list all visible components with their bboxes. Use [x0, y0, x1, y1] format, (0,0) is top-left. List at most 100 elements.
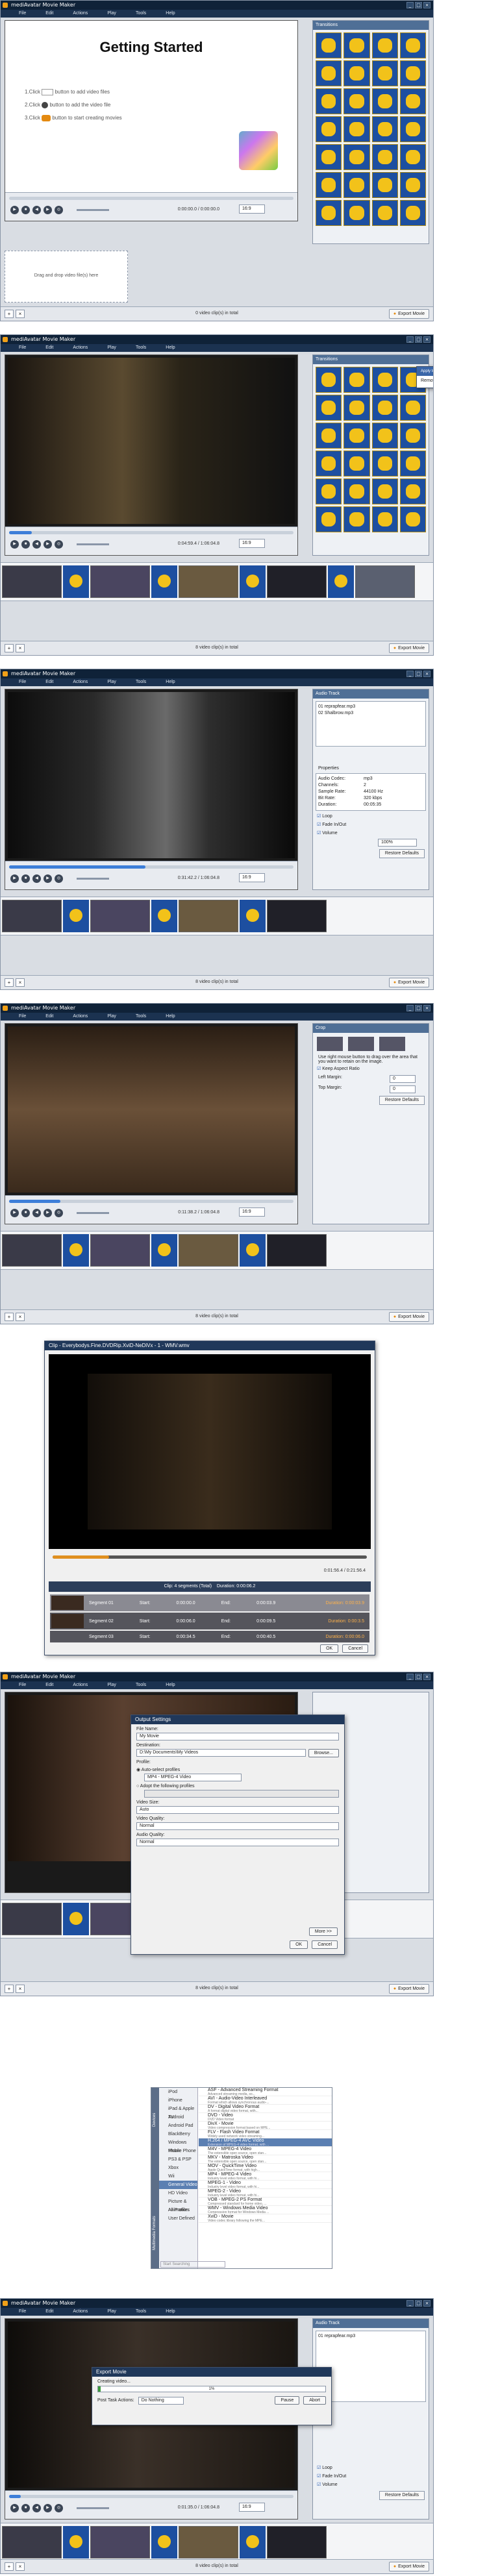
- stop-icon[interactable]: ■: [21, 1209, 30, 1217]
- transition-tile[interactable]: [343, 144, 370, 170]
- transition-tile[interactable]: [399, 60, 426, 86]
- menu-edit[interactable]: Edit: [45, 2308, 53, 2316]
- minimize-icon[interactable]: _: [406, 2300, 414, 2307]
- snapshot-icon[interactable]: ◎: [55, 2504, 63, 2512]
- format-item[interactable]: MOV - QuickTime Video Apple QuickTime for…: [199, 2164, 332, 2172]
- stop-icon[interactable]: ■: [21, 206, 30, 214]
- transition-slot[interactable]: [151, 565, 177, 598]
- play-icon[interactable]: ▶: [10, 2504, 19, 2512]
- transition-tile[interactable]: [399, 144, 426, 170]
- crop-preset-icon[interactable]: [348, 1037, 374, 1051]
- close-icon[interactable]: ×: [423, 1674, 431, 1680]
- audio-item[interactable]: 02 Shalbrow.mp3: [318, 710, 423, 717]
- menu-tools[interactable]: Tools: [136, 1681, 146, 1689]
- restore-defaults-button[interactable]: Restore Defaults: [379, 849, 425, 858]
- crop-preset-icon[interactable]: [379, 1037, 405, 1051]
- snapshot-icon[interactable]: ◎: [55, 1209, 63, 1217]
- clip-thumbnail[interactable]: [179, 2526, 238, 2558]
- transition-tile[interactable]: [343, 506, 370, 532]
- clip-thumbnail[interactable]: [179, 1234, 238, 1267]
- menu-edit[interactable]: Edit: [45, 678, 53, 686]
- maximize-icon[interactable]: □: [415, 1005, 422, 1011]
- menu-file[interactable]: File: [19, 344, 26, 352]
- menu-apply-multiple[interactable]: Apply to Multiple Video Clip(s): [417, 367, 433, 376]
- clip-thumbnail[interactable]: [267, 900, 327, 932]
- format-item[interactable]: XviD - Movie Video codec library followin…: [199, 2214, 332, 2223]
- clip-thumbnail[interactable]: [90, 1234, 150, 1267]
- volume-slider[interactable]: [77, 209, 109, 211]
- audio-quality-select[interactable]: Normal: [136, 1839, 339, 1846]
- transition-tile[interactable]: [371, 395, 398, 421]
- minimize-icon[interactable]: _: [406, 671, 414, 677]
- transition-slot[interactable]: [240, 2526, 266, 2558]
- format-item[interactable]: AVI - Audio-Video Interleaved Format whic…: [199, 2096, 332, 2105]
- transition-tile[interactable]: [371, 32, 398, 58]
- category-item[interactable]: Windows Phone: [159, 2138, 197, 2153]
- transition-tile[interactable]: [371, 506, 398, 532]
- transition-tile[interactable]: [399, 451, 426, 477]
- loop-checkbox[interactable]: Loop: [317, 813, 425, 820]
- menu-file[interactable]: File: [19, 678, 26, 686]
- transition-tile[interactable]: [343, 32, 370, 58]
- transition-tile[interactable]: [371, 478, 398, 504]
- menu-play[interactable]: Play: [107, 678, 116, 686]
- transition-tile[interactable]: [316, 200, 342, 226]
- transition-slot[interactable]: [63, 565, 89, 598]
- seek-bar[interactable]: [9, 2495, 293, 2498]
- crop-preset-icon[interactable]: [317, 1037, 343, 1051]
- volume-select[interactable]: 100%: [378, 839, 417, 847]
- volume-checkbox[interactable]: Volume: [317, 830, 425, 837]
- transition-tile[interactable]: [316, 395, 342, 421]
- menu-actions[interactable]: Actions: [73, 10, 88, 18]
- clip-thumbnail[interactable]: [2, 1234, 62, 1267]
- export-movie-button[interactable]: Export Movie: [388, 643, 429, 653]
- category-item[interactable]: HD Video: [159, 2189, 197, 2198]
- seek-bar[interactable]: [9, 865, 293, 869]
- menu-tools[interactable]: Tools: [136, 2308, 146, 2316]
- video-size-select[interactable]: Auto: [136, 1806, 339, 1814]
- category-item[interactable]: General Video Formats: [159, 2181, 197, 2196]
- volume-checkbox[interactable]: Volume: [317, 2482, 425, 2488]
- dropzone[interactable]: Drag and drop video file(s) here: [5, 251, 128, 303]
- transition-tile[interactable]: [343, 200, 370, 226]
- menu-edit[interactable]: Edit: [45, 1681, 53, 1689]
- minimize-icon[interactable]: _: [406, 2, 414, 8]
- transition-tile[interactable]: [343, 367, 370, 393]
- transition-tile[interactable]: [316, 144, 342, 170]
- format-item[interactable]: H.264 / MPEG-4 AVC Video Extension of MPE…: [199, 2138, 332, 2147]
- more-button[interactable]: More >>: [308, 1927, 338, 1936]
- export-movie-icon[interactable]: [42, 115, 51, 121]
- audio-item[interactable]: 01 reprapfear.mp3: [318, 2333, 423, 2340]
- restore-defaults-button[interactable]: Restore Defaults: [379, 2491, 425, 2500]
- auto-select-radio[interactable]: ◉ Auto-select profiles: [136, 1767, 339, 1772]
- aspect-ratio-select[interactable]: 16:9: [239, 2503, 265, 2512]
- menu-help[interactable]: Help: [166, 2308, 175, 2316]
- clip-thumbnail[interactable]: [267, 565, 327, 598]
- snapshot-icon[interactable]: ◎: [55, 540, 63, 549]
- menu-play[interactable]: Play: [107, 2308, 116, 2316]
- loop-checkbox[interactable]: Loop: [317, 2465, 425, 2471]
- transition-tile[interactable]: [371, 451, 398, 477]
- transition-tile[interactable]: [371, 144, 398, 170]
- maximize-icon[interactable]: □: [415, 671, 422, 677]
- menu-remove-all[interactable]: Remove all transitions: [417, 376, 433, 386]
- clip-thumbnail[interactable]: [179, 565, 238, 598]
- transition-tile[interactable]: [316, 60, 342, 86]
- transition-slot[interactable]: [240, 900, 266, 932]
- transition-tile[interactable]: [343, 423, 370, 449]
- fade-checkbox[interactable]: Fade In/Out: [317, 822, 425, 828]
- transition-tile[interactable]: [371, 367, 398, 393]
- seek-bar[interactable]: [9, 1200, 293, 1203]
- add-video-icon[interactable]: [42, 89, 54, 95]
- transition-slot[interactable]: [63, 1234, 89, 1267]
- ok-button[interactable]: OK: [320, 1644, 339, 1653]
- category-item[interactable]: Android Pad: [159, 2122, 197, 2130]
- menu-play[interactable]: Play: [107, 10, 116, 18]
- transition-tile[interactable]: [371, 88, 398, 114]
- maximize-icon[interactable]: □: [415, 336, 422, 343]
- format-item[interactable]: DV - Digital Video Format A format digita…: [199, 2105, 332, 2113]
- top-margin-input[interactable]: 0: [390, 1085, 416, 1093]
- clip-thumbnail[interactable]: [2, 900, 62, 932]
- prev-icon[interactable]: ◀: [32, 1209, 41, 1217]
- format-item[interactable]: ASF - Advanced Streaming Format Advanced …: [199, 2088, 332, 2096]
